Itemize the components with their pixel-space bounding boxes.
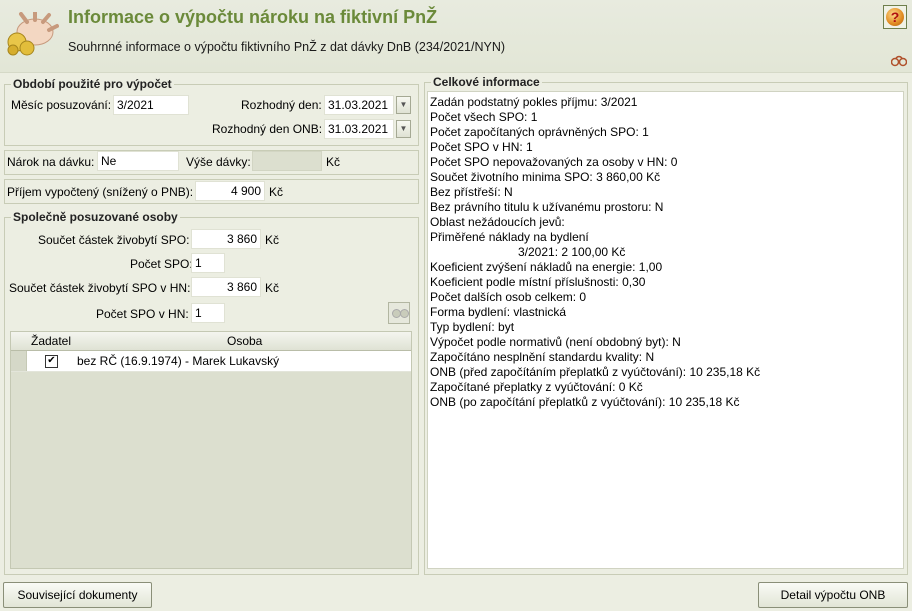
sum-hn-currency: Kč xyxy=(265,281,280,295)
count-label: Počet SPO: xyxy=(130,257,193,271)
count-hn-label: Počet SPO v HN: xyxy=(96,307,189,321)
header: Informace o výpočtu nároku na fiktivní P… xyxy=(0,0,912,73)
info-line: Počet dalších osob celkem: 0 xyxy=(430,290,587,304)
info-line: Počet započítaných oprávněných SPO: 1 xyxy=(430,125,649,139)
amount-currency: Kč xyxy=(326,155,341,169)
sum-label: Součet částek živobytí SPO: xyxy=(38,233,190,247)
decisive-day-onb-label: Rozhodný den ONB: xyxy=(212,122,323,136)
binoculars-icon xyxy=(400,309,409,318)
info-line: Výpočet podle normativů (není obdobný by… xyxy=(430,335,681,349)
decisive-day-field[interactable]: 31.03.2021 xyxy=(324,95,394,115)
info-line: 3/2021: 2 100,00 Kč xyxy=(518,245,626,259)
info-line: ONB (před započítáním přeplatků z vyúčto… xyxy=(430,365,761,379)
claim-field[interactable]: Ne xyxy=(97,151,179,171)
info-line: Započítané přeplatky z vyúčtování: 0 Kč xyxy=(430,380,643,394)
related-documents-button[interactable]: Související dokumenty xyxy=(3,582,152,608)
income-label: Příjem vypočtený (snížený o PNB): xyxy=(7,185,194,199)
info-line: Zadán podstatný pokles příjmu: 3/2021 xyxy=(430,95,638,109)
sum-hn-field[interactable]: 3 860 xyxy=(191,277,261,297)
sum-field[interactable]: 3 860 xyxy=(191,229,261,249)
info-line: Typ bydlení: byt xyxy=(430,320,515,334)
info-line: Součet životního minima SPO: 3 860,00 Kč xyxy=(430,170,661,184)
help-button[interactable]: ? xyxy=(883,5,907,29)
help-icon: ? xyxy=(886,8,904,26)
info-line: Počet SPO nepovažovaných za osoby v HN: … xyxy=(430,155,678,169)
info-line: Koeficient zvýšení nákladů na energie: 1… xyxy=(430,260,663,274)
binoculars-icon[interactable] xyxy=(891,55,907,67)
period-legend: Období použité pro výpočet xyxy=(11,77,174,91)
persons-table[interactable]: Žadatel Osoba ✔ bez RČ (16.9.1974) - Mar… xyxy=(10,331,412,569)
column-header-person[interactable]: Osoba xyxy=(227,334,262,348)
person-cell: bez RČ (16.9.1974) - Marek Lukavský xyxy=(77,354,280,368)
decisive-day-onb-field[interactable]: 31.03.2021 xyxy=(324,119,394,139)
persons-legend: Společně posuzované osoby xyxy=(11,210,180,224)
info-line: Bez právního titulu k užívanému prostoru… xyxy=(430,200,664,214)
info-line: Koeficient podle místní příslušnosti: 0,… xyxy=(430,275,646,289)
hand-coins-icon xyxy=(7,12,59,56)
month-field[interactable]: 3/2021 xyxy=(113,95,189,115)
applicant-checkbox[interactable]: ✔ xyxy=(45,355,58,368)
info-line: Přiměřené náklady na bydlení xyxy=(430,230,589,244)
row-selector[interactable] xyxy=(11,351,27,371)
claim-label: Nárok na dávku: xyxy=(7,155,95,169)
decisive-day-dropdown-button[interactable]: ▼ xyxy=(396,96,411,114)
income-currency: Kč xyxy=(269,185,284,199)
info-line: ONB (po započítání přeplatků z vyúčtován… xyxy=(430,395,740,409)
info-line: Počet všech SPO: 1 xyxy=(430,110,538,124)
column-header-applicant[interactable]: Žadatel xyxy=(31,334,71,348)
decisive-day-label: Rozhodný den: xyxy=(241,98,322,112)
decisive-day-onb-dropdown-button[interactable]: ▼ xyxy=(396,120,411,138)
amount-field[interactable] xyxy=(252,151,322,171)
overall-legend: Celkové informace xyxy=(431,75,542,89)
search-persons-button[interactable] xyxy=(388,302,410,324)
income-field[interactable]: 4 900 xyxy=(195,181,265,201)
onb-detail-button[interactable]: Detail výpočtu ONB xyxy=(758,582,908,608)
info-line: Započítáno nesplnění standardu kvality: … xyxy=(430,350,655,364)
table-header: Žadatel Osoba xyxy=(11,332,411,351)
info-line: Počet SPO v HN: 1 xyxy=(430,140,533,154)
sum-currency: Kč xyxy=(265,233,280,247)
overall-info-text[interactable]: Zadán podstatný pokles příjmu: 3/2021 Po… xyxy=(427,91,904,569)
amount-label: Výše dávky: xyxy=(186,155,251,169)
count-hn-field[interactable]: 1 xyxy=(191,303,225,323)
sum-hn-label: Součet částek živobytí SPO v HN: xyxy=(9,281,191,295)
info-line: Oblast nežádoucích jevů: xyxy=(430,215,565,229)
info-line: Forma bydlení: vlastnická xyxy=(430,305,567,319)
month-label: Měsíc posuzování: xyxy=(11,98,112,112)
page-subtitle: Souhrnné informace o výpočtu fiktivního … xyxy=(68,40,506,54)
count-field[interactable]: 1 xyxy=(191,253,225,273)
page-title: Informace o výpočtu nároku na fiktivní P… xyxy=(68,7,438,27)
info-line: Bez přístřeší: N xyxy=(430,185,513,199)
table-row[interactable]: ✔ bez RČ (16.9.1974) - Marek Lukavský xyxy=(11,351,411,372)
